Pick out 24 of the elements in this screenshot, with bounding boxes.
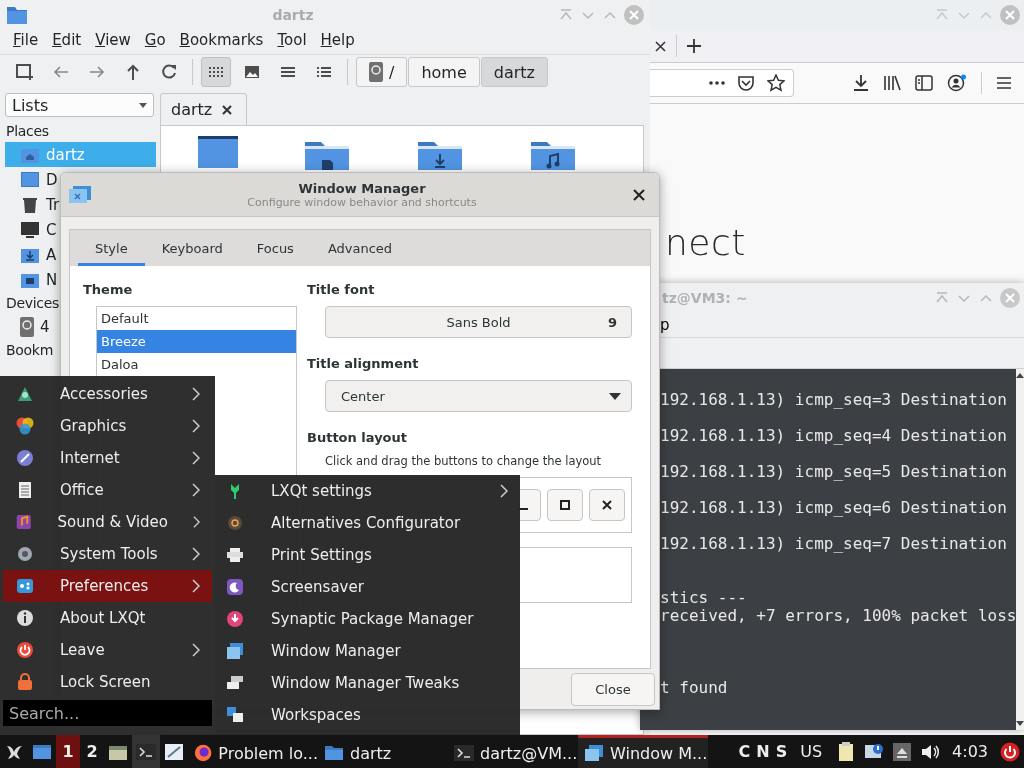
lock-key-indicator: C [738, 742, 751, 761]
section-label: Title font [307, 282, 376, 297]
sidebar-heading: Bookm [5, 341, 54, 360]
ping-reply-line: 192.168.1.13) icmp_seq=6 Destination [660, 498, 1007, 517]
window-title: dartz [271, 7, 315, 23]
dialog-title: Window Manager [298, 180, 426, 196]
ping-reply-line: 192.168.1.13) icmp_seq=7 Destination [660, 534, 1007, 553]
ping-reply-line: 192.168.1.13) icmp_seq=4 Destination [660, 426, 1007, 445]
dialog-subtitle: Configure window behavior and shortcuts [247, 195, 477, 209]
hint-text: Click and drag the buttons to change the layout [325, 454, 603, 468]
window-title: tz@VM3: ~ [662, 290, 749, 306]
section-label: Title alignment [307, 356, 420, 371]
section-label: Theme [83, 282, 134, 297]
statistics-line: stics --- [660, 588, 747, 607]
lock-key-indicator: N [756, 742, 770, 761]
ping-reply-line: 192.168.1.13) icmp_seq=3 Destination [660, 390, 1007, 409]
page-heading: nect [665, 222, 747, 263]
section-label: Button layout [307, 430, 408, 445]
ping-reply-line: 192.168.1.13) icmp_seq=5 Destination [660, 462, 1007, 481]
sidebar-heading: Places [5, 122, 50, 141]
lock-key-indicator: S [775, 742, 788, 761]
error-line: t found [660, 678, 728, 697]
statistics-line: received, +7 errors, 100% packet loss [660, 606, 1017, 625]
sidebar-heading: Devices [5, 294, 61, 313]
